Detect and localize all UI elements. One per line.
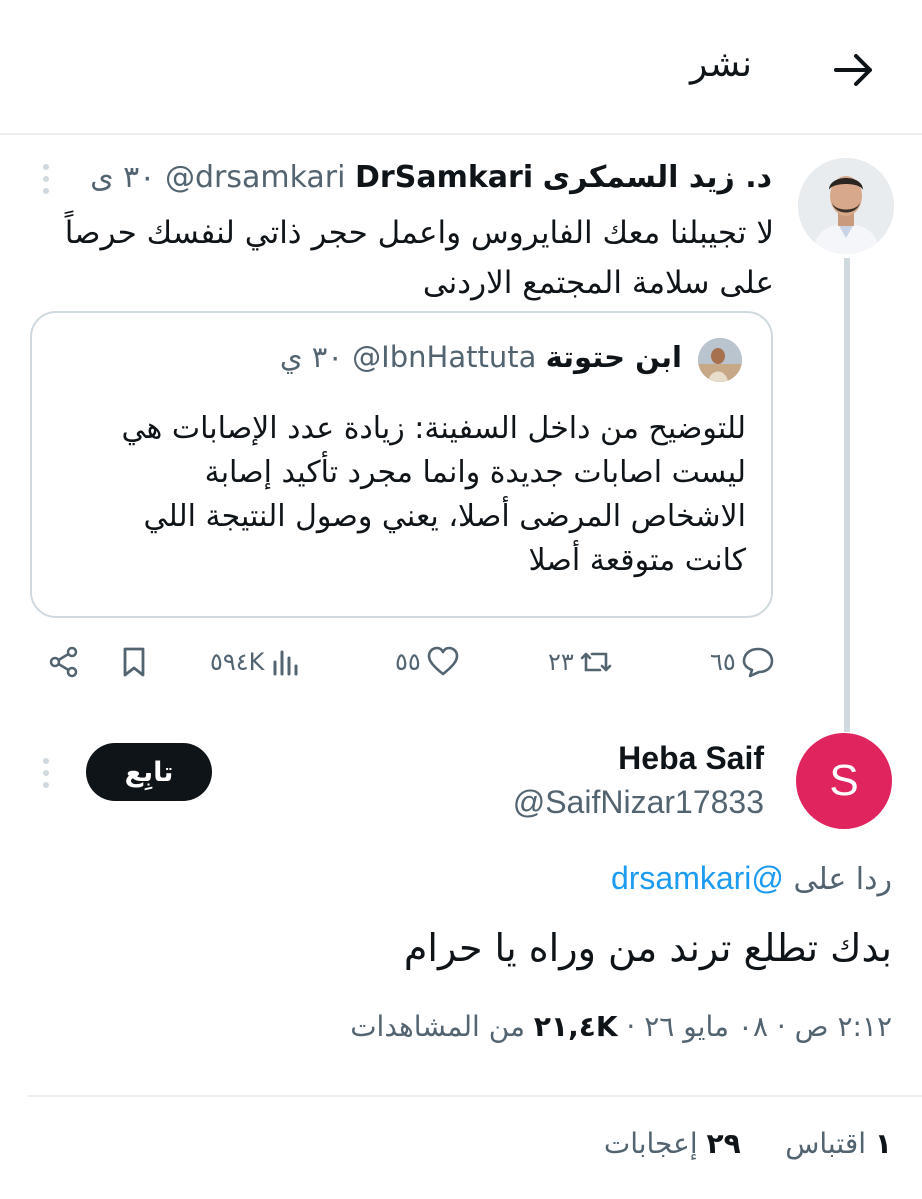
replying-prefix: ردا على bbox=[793, 862, 892, 897]
person-photo-icon bbox=[698, 338, 742, 382]
quoted-tweet-header: ٣٠ ي @IbnHattuta ابن حتوتة bbox=[280, 340, 682, 374]
bookmark-icon bbox=[123, 647, 145, 677]
arrow-right-icon bbox=[834, 54, 872, 86]
bookmark-button[interactable] bbox=[116, 640, 152, 684]
views-total: ٢١,٤K bbox=[533, 1010, 618, 1043]
page-title: نشر bbox=[690, 44, 752, 85]
more-vertical-icon bbox=[43, 758, 49, 788]
retweets-count: ٢٣ bbox=[548, 648, 574, 676]
retweet-icon bbox=[580, 652, 612, 672]
parent-author-avatar[interactable] bbox=[798, 158, 894, 254]
parent-tweet-text: لا تجيبلنا معك الفايروس واعمل حجر ذاتي ل… bbox=[64, 215, 774, 301]
analytics-icon bbox=[273, 650, 298, 676]
likes-count: ٥٥ bbox=[395, 648, 421, 676]
person-photo-icon bbox=[798, 158, 894, 254]
quotes-label: اقتباس bbox=[785, 1127, 875, 1160]
retweet-button[interactable]: ٢٣ bbox=[548, 640, 614, 684]
header-divider bbox=[0, 133, 922, 135]
reply-button[interactable]: ٦٥ bbox=[710, 640, 776, 684]
parent-author-name-ar[interactable]: د. زيد السمكرى bbox=[543, 160, 772, 195]
reply-author-avatar[interactable]: S bbox=[796, 733, 892, 829]
quotes-stat[interactable]: ١ اقتباس bbox=[785, 1127, 892, 1160]
share-icon bbox=[49, 646, 78, 678]
timestamp-text: ٢:١٢ ص · ٠٨ مايو ٢٦ · bbox=[617, 1010, 892, 1043]
quoted-author-avatar bbox=[698, 338, 742, 382]
quoted-time: ٣٠ ي bbox=[279, 340, 343, 374]
quoted-author-name: ابن حتوتة bbox=[545, 340, 682, 374]
parent-time: ٣٠ ى bbox=[90, 160, 156, 195]
follow-button[interactable]: تابِع bbox=[86, 743, 212, 801]
likes-label: إعجابات bbox=[603, 1127, 707, 1160]
thread-connector-line bbox=[844, 258, 850, 732]
reply-more-button[interactable] bbox=[36, 756, 56, 790]
quoted-tweet-text: للتوضيح من داخل السفينة: زيادة عدد الإصا… bbox=[121, 411, 746, 578]
share-button[interactable] bbox=[46, 640, 82, 684]
replying-to-mention[interactable]: @drsamkari bbox=[611, 860, 784, 896]
quoted-handle: @IbnHattuta bbox=[352, 340, 537, 374]
quotes-count: ١ bbox=[874, 1127, 892, 1160]
more-vertical-icon bbox=[43, 164, 49, 194]
parent-author-name-en[interactable]: DrSamkari bbox=[355, 160, 533, 195]
parent-more-button[interactable] bbox=[36, 162, 56, 196]
views-count: ٥٩٤K bbox=[210, 648, 265, 676]
engagement-stats: ١ اقتباس ٢٩ إعجابات bbox=[604, 1127, 892, 1160]
likes-total: ٢٩ bbox=[706, 1127, 741, 1160]
reply-bubble-icon bbox=[742, 647, 774, 678]
parent-handle[interactable]: @drsamkari bbox=[165, 160, 346, 195]
tweet-timestamp: ٢:١٢ ص · ٠٨ مايو ٢٦ · ٢١,٤K من المشاهدات bbox=[350, 1010, 892, 1043]
reply-author-handle[interactable]: @SaifNizar17833 bbox=[513, 784, 764, 821]
parent-tweet-header: ٣٠ ى @drsamkari DrSamkari د. زيد السمكرى bbox=[90, 160, 772, 195]
heart-icon bbox=[427, 646, 459, 676]
back-button[interactable] bbox=[830, 46, 878, 94]
replying-to-line: ردا على @drsamkari bbox=[611, 860, 892, 897]
avatar-letter: S bbox=[829, 756, 859, 805]
views-button[interactable]: ٥٩٤K bbox=[210, 640, 304, 684]
stats-divider bbox=[28, 1095, 922, 1097]
likes-stat[interactable]: ٢٩ إعجابات bbox=[604, 1127, 741, 1160]
replies-count: ٦٥ bbox=[710, 648, 736, 676]
reply-author-name[interactable]: Heba Saif bbox=[618, 740, 764, 777]
reply-tweet-text: بدك تطلع ترند من وراه يا حرام bbox=[403, 926, 892, 970]
views-label: من المشاهدات bbox=[350, 1010, 534, 1043]
like-button[interactable]: ٥٥ bbox=[395, 640, 461, 684]
